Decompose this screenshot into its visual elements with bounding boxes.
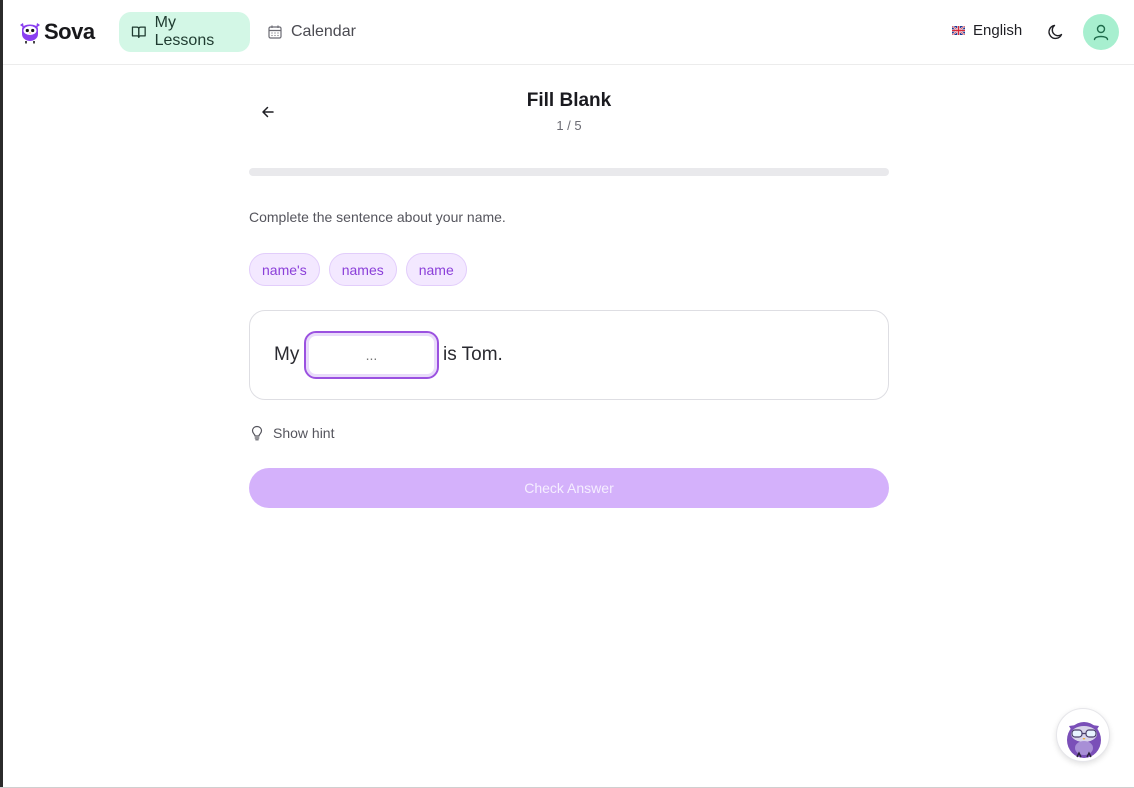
show-hint-label: Show hint <box>273 425 335 441</box>
language-selector[interactable]: English <box>952 22 1022 39</box>
nav-my-lessons-label: My Lessons <box>154 14 215 49</box>
option-chip[interactable]: name <box>405 253 467 286</box>
back-arrow-icon[interactable] <box>258 102 278 122</box>
show-hint-button[interactable]: Show hint <box>249 425 334 441</box>
assistant-chat-button[interactable] <box>1056 708 1110 762</box>
book-open-icon <box>131 26 146 39</box>
window-edge <box>0 0 3 788</box>
nav-calendar[interactable]: Calendar <box>255 12 368 52</box>
lightbulb-icon <box>251 425 263 441</box>
nav-my-lessons[interactable]: My Lessons <box>119 12 250 52</box>
brand-logo[interactable]: Sova <box>19 19 95 45</box>
sentence-before: My <box>274 344 300 365</box>
sentence-card: My is Tom. <box>249 310 889 400</box>
sova-owl-icon <box>20 23 40 44</box>
owl-mascot-icon <box>1067 722 1101 758</box>
top-navigation-bar: Sova My Lessons Calendar English <box>3 0 1134 65</box>
brand-name: Sova <box>44 19 95 44</box>
exercise-title: Fill Blank <box>526 90 612 111</box>
language-label: English <box>973 22 1023 39</box>
user-avatar[interactable] <box>1083 14 1119 50</box>
sentence-after: is Tom. <box>443 344 503 365</box>
user-icon <box>1093 24 1109 41</box>
moon-icon[interactable] <box>1047 23 1065 41</box>
blank-input[interactable] <box>304 331 439 379</box>
question-counter: 1 / 5 <box>556 118 582 133</box>
option-chip[interactable]: names <box>328 253 397 286</box>
option-chip[interactable]: name's <box>249 253 320 286</box>
exercise-instruction: Complete the sentence about your name. <box>249 209 506 225</box>
calendar-icon <box>268 25 282 39</box>
uk-flag-icon <box>952 26 965 35</box>
check-answer-button[interactable]: Check Answer <box>249 468 889 508</box>
nav-calendar-label: Calendar <box>291 23 356 40</box>
answer-options: name's names name <box>249 253 467 286</box>
progress-bar <box>249 168 889 176</box>
